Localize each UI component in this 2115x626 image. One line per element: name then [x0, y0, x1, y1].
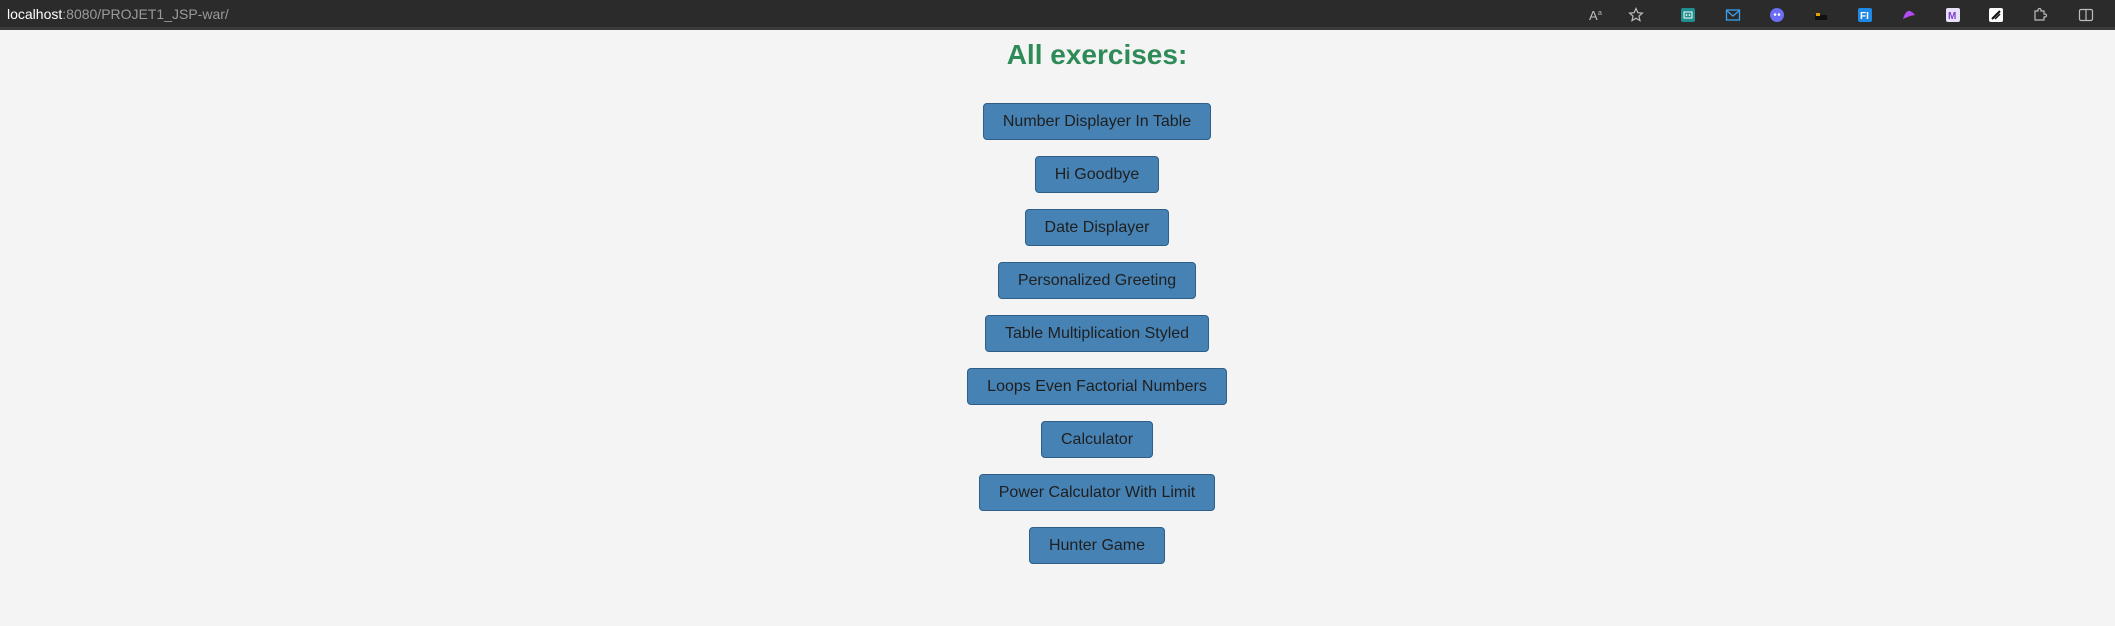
extension-dark-icon[interactable]: [1811, 5, 1831, 25]
date-displayer-button[interactable]: Date Displayer: [1024, 209, 1170, 246]
svg-text:FI: FI: [1860, 11, 1869, 22]
split-screen-icon[interactable]: [2076, 5, 2096, 25]
extension-fi-icon[interactable]: FI: [1855, 5, 1875, 25]
hi-goodbye-button[interactable]: Hi Goodbye: [1034, 156, 1160, 193]
number-displayer-in-table-button[interactable]: Number Displayer In Table: [982, 103, 1212, 140]
page-title: All exercises:: [1006, 39, 1188, 70]
extension-m-icon[interactable]: M: [1943, 5, 1963, 25]
address-bar[interactable]: localhost:8080/PROJET1_JSP-war/: [7, 6, 229, 22]
exercise-button-list: Number Displayer In Table Hi Goodbye Dat…: [0, 103, 2115, 580]
extension-robot-icon[interactable]: [1678, 5, 1698, 25]
url-host: localhost: [7, 6, 63, 22]
svg-text:a: a: [1598, 10, 1602, 17]
svg-text:A: A: [1589, 8, 1598, 23]
personalized-greeting-button[interactable]: Personalized Greeting: [997, 262, 1197, 299]
calculator-button[interactable]: Calculator: [1040, 421, 1154, 458]
extension-slash-icon[interactable]: [1986, 5, 2006, 25]
table-multiplication-styled-button[interactable]: Table Multiplication Styled: [984, 315, 1210, 352]
power-calculator-with-limit-button[interactable]: Power Calculator With Limit: [978, 474, 1216, 511]
loops-even-factorial-numbers-button[interactable]: Loops Even Factorial Numbers: [967, 368, 1227, 405]
page-content: All exercises: Number Displayer In Table…: [0, 33, 2115, 626]
extensions-puzzle-icon[interactable]: [2030, 5, 2050, 25]
browser-toolbar: localhost:8080/PROJET1_JSP-war/ Aa FI M: [0, 0, 2115, 30]
read-aloud-icon[interactable]: Aa: [1586, 5, 1606, 25]
favorite-star-icon[interactable]: [1626, 5, 1646, 25]
extension-ghost-icon[interactable]: [1767, 5, 1787, 25]
extension-mail-icon[interactable]: [1723, 5, 1743, 25]
svg-text:M: M: [1948, 11, 1956, 22]
hunter-game-button[interactable]: Hunter Game: [1028, 527, 1166, 564]
url-path: :8080/PROJET1_JSP-war/: [62, 6, 229, 22]
extension-curve-icon[interactable]: [1899, 5, 1919, 25]
